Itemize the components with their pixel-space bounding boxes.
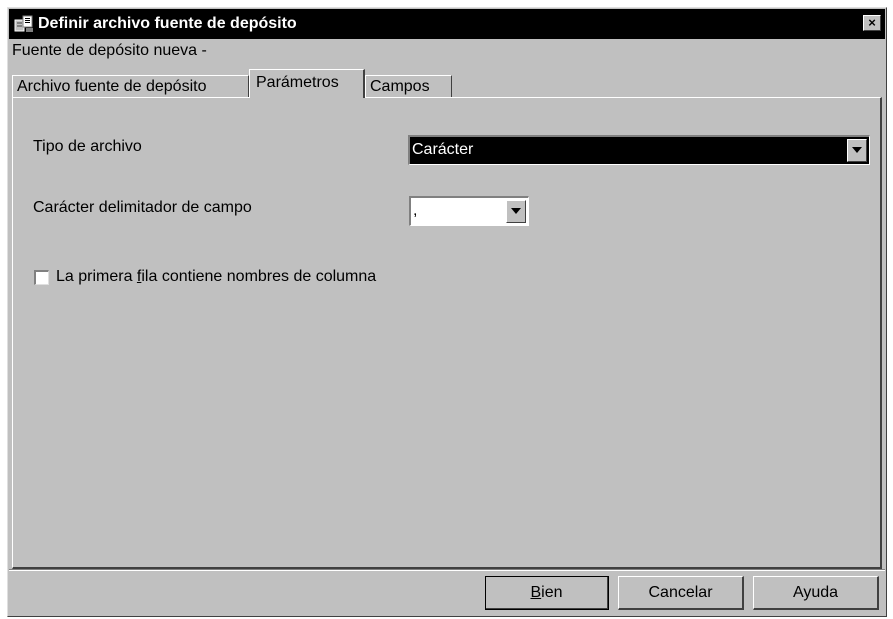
ok-button[interactable]: Bien xyxy=(485,576,609,610)
first-row-checkbox-label[interactable]: La primera fila contiene nombres de colu… xyxy=(56,268,376,286)
title-bar[interactable]: Definir archivo fuente de depósito × xyxy=(9,9,885,39)
file-type-value: Carácter xyxy=(412,141,474,158)
chevron-down-icon xyxy=(852,147,862,153)
dialog-subtitle: Fuente de depósito nueva - xyxy=(12,42,207,59)
first-row-label-part: La primera xyxy=(56,268,137,285)
first-row-checkbox[interactable] xyxy=(34,270,49,285)
help-button[interactable]: Ayuda xyxy=(753,576,879,610)
tab-campos[interactable]: Campos xyxy=(365,75,452,97)
close-icon: × xyxy=(868,15,876,30)
ok-label-rest: ien xyxy=(541,584,563,601)
file-type-dropdown[interactable]: Carácter xyxy=(408,135,870,165)
footer-separator xyxy=(9,569,885,571)
file-type-label: Tipo de archivo xyxy=(33,138,142,155)
close-button[interactable]: × xyxy=(863,15,881,31)
app-icon xyxy=(14,15,33,32)
ok-mnemonic: B xyxy=(530,584,542,601)
first-row-label-part: ila contiene nombres de columna xyxy=(141,268,377,285)
window-title: Definir archivo fuente de depósito xyxy=(38,15,297,32)
dialog-window: Definir archivo fuente de depósito × Fue… xyxy=(7,7,887,617)
delimiter-dropdown-button[interactable] xyxy=(506,200,526,223)
chevron-down-icon xyxy=(511,208,521,214)
delimiter-label: Carácter delimitador de campo xyxy=(33,199,252,216)
cancel-button[interactable]: Cancelar xyxy=(618,576,744,610)
delimiter-dropdown[interactable]: , xyxy=(409,196,529,226)
tab-panel-parametros: Tipo de archivo Carácter Carácter delimi… xyxy=(12,97,882,569)
tab-archivo-fuente[interactable]: Archivo fuente de depósito xyxy=(12,75,249,97)
delimiter-value: , xyxy=(413,202,418,219)
file-type-dropdown-button[interactable] xyxy=(847,139,867,162)
tab-parametros[interactable]: Parámetros xyxy=(249,69,365,98)
